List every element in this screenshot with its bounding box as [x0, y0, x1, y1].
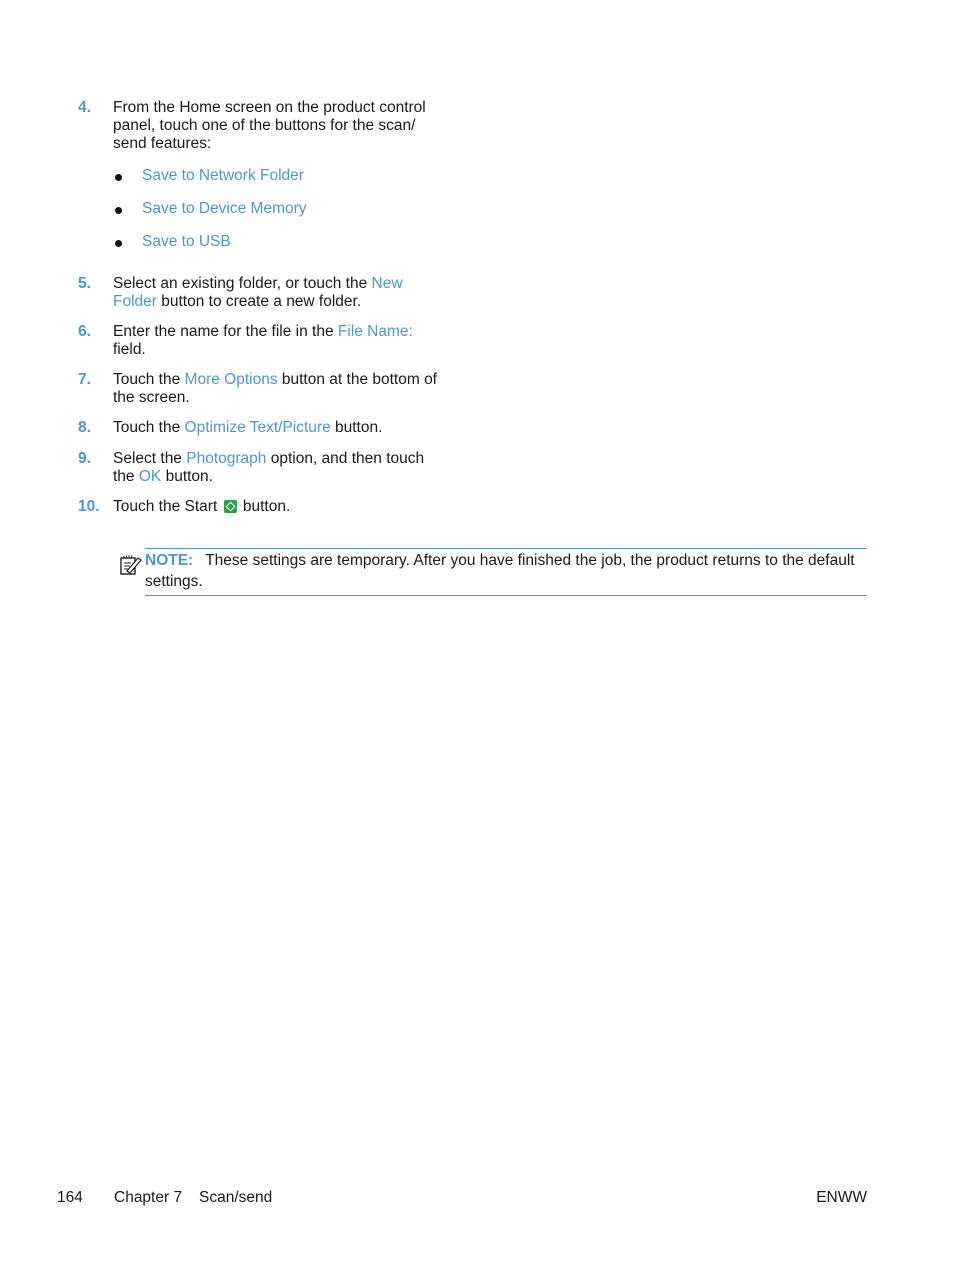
start-button-icon [223, 500, 237, 513]
feature-list: Save to Network Folder Save to Device Me… [113, 167, 438, 261]
section-label: Scan/send [199, 1189, 273, 1206]
step-text: Touch the Start [113, 498, 222, 515]
list-item: Save to USB [113, 233, 438, 261]
step-text: field. [113, 341, 146, 358]
step-text: button. [161, 468, 213, 485]
step-text: button to create a new folder. [156, 293, 362, 310]
step-number: 10. [78, 498, 100, 515]
step-7: 7. Touch the More Options button at the … [78, 371, 438, 407]
step-number: 9. [78, 450, 91, 467]
step-10: 10. Touch the Start button. [78, 498, 438, 516]
step-text: From the Home screen on the product cont… [113, 99, 426, 152]
step-6: 6. Enter the name for the file in the Fi… [78, 323, 438, 359]
step-text: Select the [113, 450, 187, 467]
step-text: button. [238, 498, 291, 515]
link-save-to-device-memory[interactable]: Save to Device Memory [142, 200, 307, 217]
step-text: Select an existing folder, or touch the [113, 275, 372, 292]
list-item: Save to Device Memory [113, 200, 438, 233]
step-text: button. [330, 419, 383, 436]
link-save-to-usb[interactable]: Save to USB [142, 233, 231, 250]
step-number: 4. [78, 99, 91, 116]
step-8: 8. Touch the Optimize Text/Picture butto… [78, 419, 438, 437]
chapter-label: Chapter 7 [114, 1189, 183, 1206]
step-number: 6. [78, 323, 91, 340]
note-pencil-icon [120, 554, 142, 575]
step-5: 5. Select an existing folder, or touch t… [78, 275, 438, 311]
locale-code: ENWW [816, 1189, 867, 1206]
procedure-steps: 4. From the Home screen on the product c… [78, 99, 438, 516]
step-9: 9. Select the Photograph option, and the… [78, 450, 438, 486]
step-number: 8. [78, 419, 91, 436]
link-ok[interactable]: OK [139, 468, 161, 485]
step-text: Touch the [113, 371, 185, 388]
bullet-icon [115, 240, 122, 247]
bullet-icon [115, 207, 122, 214]
link-more-options[interactable]: More Options [185, 371, 278, 388]
link-optimize-text-picture[interactable]: Optimize Text/Picture [185, 419, 331, 436]
note-label: NOTE: [145, 552, 194, 569]
list-item: Save to Network Folder [113, 167, 438, 200]
note-box: NOTE: These settings are temporary. After… [145, 548, 867, 596]
link-save-to-network-folder[interactable]: Save to Network Folder [142, 167, 304, 184]
step-number: 7. [78, 371, 91, 388]
step-4: 4. From the Home screen on the product c… [78, 99, 438, 261]
step-number: 5. [78, 275, 91, 292]
link-file-name[interactable]: File Name: [338, 323, 413, 340]
step-text: Enter the name for the file in the [113, 323, 338, 340]
step-text: Touch the [113, 419, 185, 436]
link-photograph[interactable]: Photograph [186, 450, 266, 467]
note-text: These settings are temporary. After you … [145, 552, 855, 590]
bullet-icon [115, 174, 122, 181]
page-number: 164 [57, 1189, 83, 1206]
